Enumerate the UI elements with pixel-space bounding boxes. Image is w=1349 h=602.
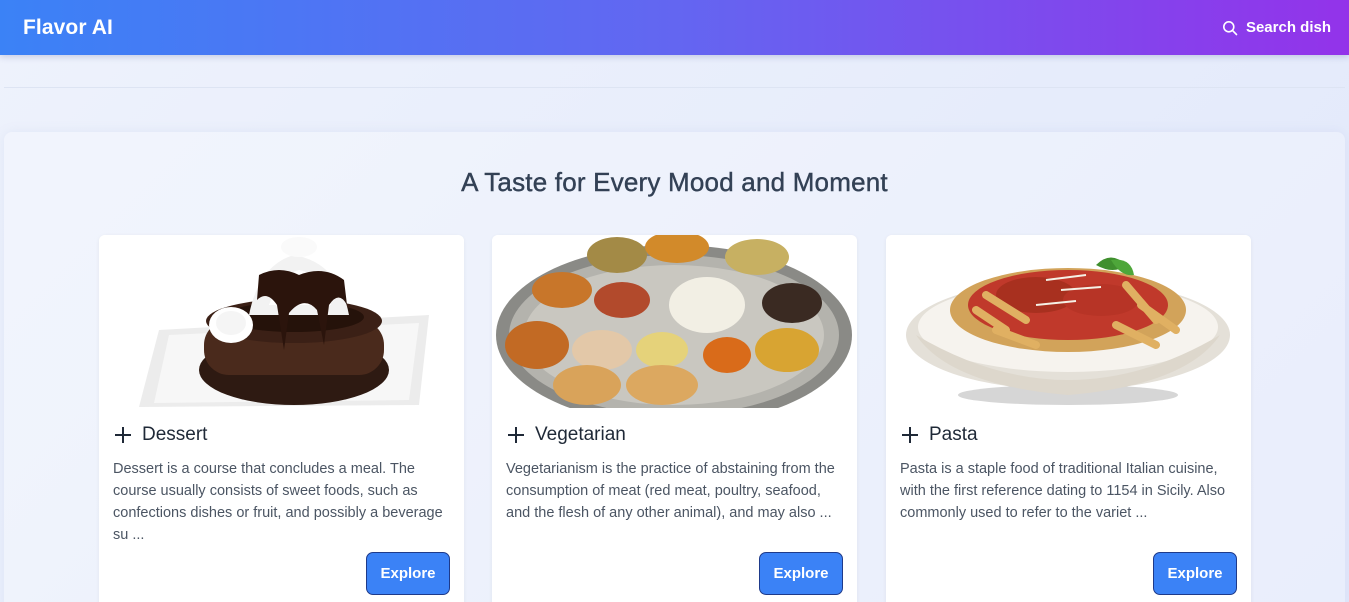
app-logo[interactable]: Flavor AI — [23, 16, 113, 40]
card-title-text: Vegetarian — [535, 424, 626, 445]
card-title: Vegetarian — [506, 424, 626, 446]
plus-icon[interactable] — [113, 425, 133, 445]
search-dish-label: Search dish — [1245, 19, 1331, 36]
card-title-text: Pasta — [929, 424, 978, 445]
card-vegetarian: Vegetarian Vegetarianism is the practice… — [492, 235, 857, 602]
explore-vegetarian-button[interactable]: Explore — [759, 552, 843, 595]
vegetarian-image — [492, 235, 857, 408]
section-title: A Taste for Every Mood and Moment — [461, 167, 888, 197]
card-dessert: Dessert Dessert is a course that conclud… — [99, 235, 464, 602]
explore-pasta-button[interactable]: Explore — [1153, 552, 1237, 595]
top-nav-bar: Flavor AI Search dish — [0, 0, 1349, 55]
card-description: Vegetarianism is the practice of abstain… — [506, 461, 835, 521]
plus-icon[interactable] — [900, 425, 920, 445]
card-title: Pasta — [900, 424, 978, 446]
card-description: Pasta is a staple food of traditional It… — [900, 461, 1226, 521]
card-title-text: Dessert — [142, 424, 208, 445]
dessert-image — [99, 235, 464, 408]
search-icon — [1222, 20, 1238, 35]
divider — [4, 87, 1345, 88]
card-pasta: Pasta Pasta is a staple food of traditio… — [886, 235, 1251, 602]
search-dish-button[interactable]: Search dish — [1222, 19, 1331, 36]
pasta-image — [886, 235, 1251, 408]
card-title: Dessert — [113, 424, 207, 446]
card-description: Dessert is a course that concludes a mea… — [113, 461, 443, 543]
plus-icon[interactable] — [506, 425, 526, 445]
explore-dessert-button[interactable]: Explore — [366, 552, 450, 595]
